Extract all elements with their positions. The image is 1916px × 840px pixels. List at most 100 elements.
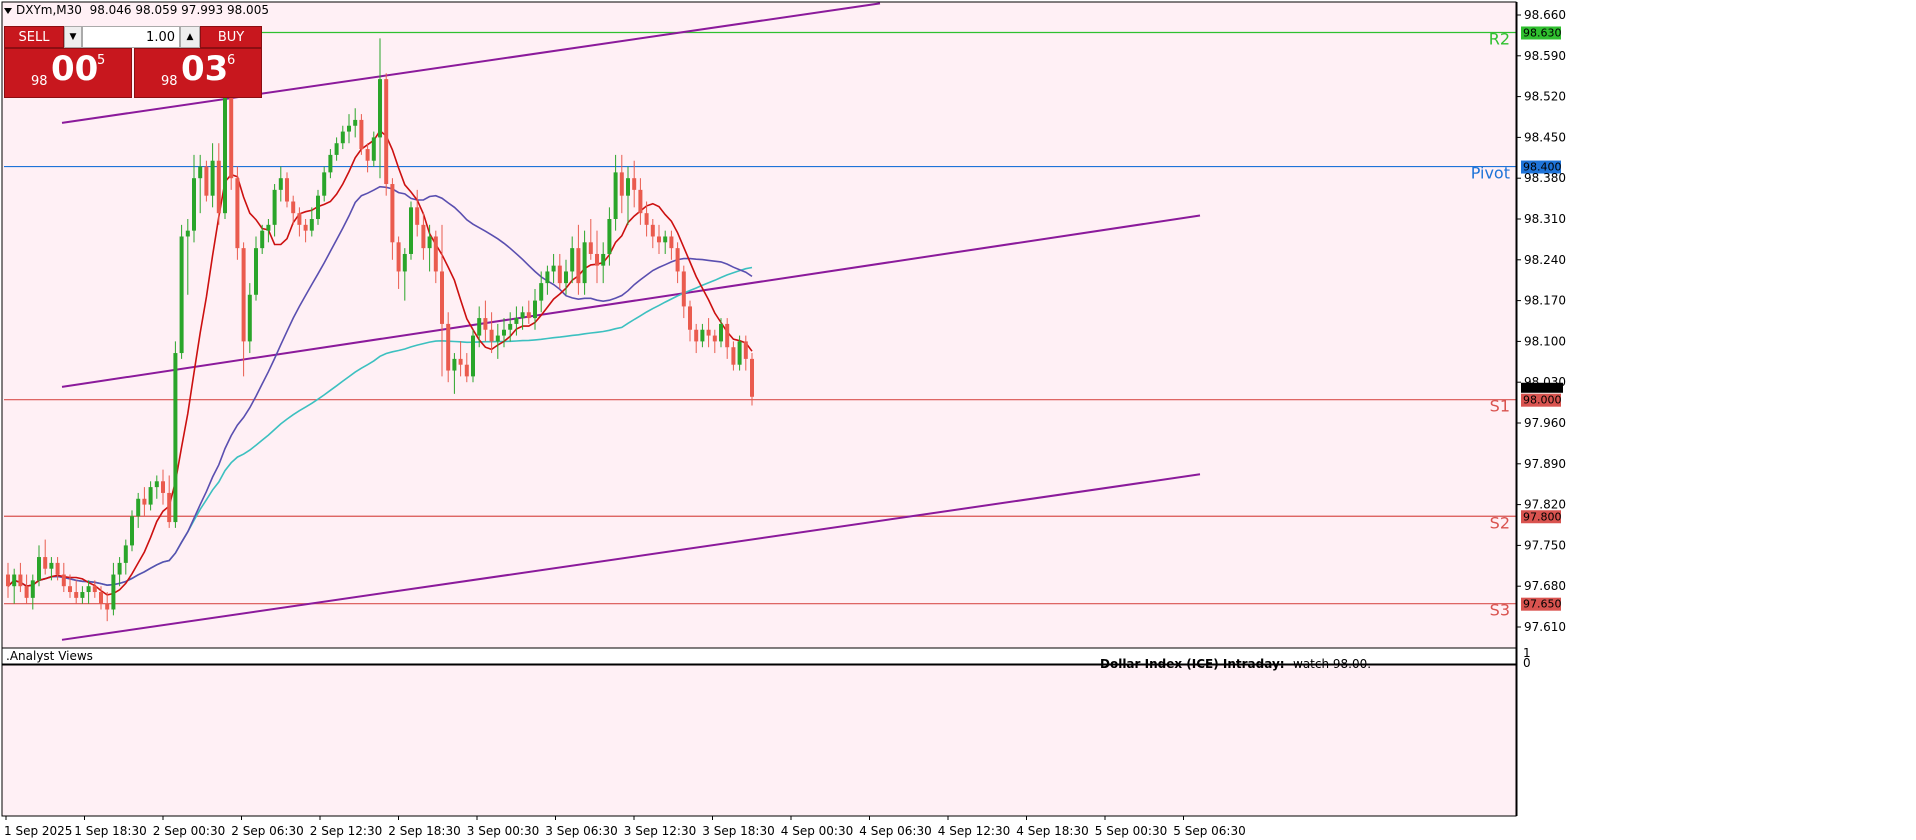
- symbol-header: DXYm,M30 98.046 98.059 97.993 98.005: [4, 3, 269, 17]
- candle-body: [371, 137, 376, 161]
- candle-body: [210, 160, 215, 196]
- candle-body: [260, 230, 265, 249]
- candle-body: [737, 341, 742, 365]
- buy-price-big: 03: [181, 49, 229, 89]
- candle-body: [427, 236, 432, 249]
- candle-body: [619, 172, 624, 196]
- lot-size-input[interactable]: [82, 26, 180, 48]
- candle-body: [334, 143, 339, 155]
- candle: [359, 114, 364, 155]
- time-axis-label: 1 Sep 2025: [4, 824, 72, 838]
- buy-price-box[interactable]: 98 03 6: [134, 48, 262, 98]
- sell-button[interactable]: SELL: [4, 26, 64, 48]
- candle-body: [409, 207, 413, 254]
- candle-body: [415, 207, 420, 225]
- ohlc-values: 98.046 98.059 97.993 98.005: [89, 3, 269, 17]
- candle-body: [638, 189, 643, 214]
- candle-body: [706, 329, 711, 336]
- level-price-value-s1: 98.000: [1523, 394, 1562, 407]
- candle-body: [446, 323, 451, 371]
- candle-body: [18, 574, 23, 587]
- price-axis-label: 98.660: [1524, 8, 1566, 22]
- sell-price-box[interactable]: 98 00 5: [4, 48, 132, 98]
- time-axis-label: 2 Sep 00:30: [153, 824, 225, 838]
- price-axis-label: 98.380: [1524, 171, 1566, 185]
- chart-area[interactable]: R2 98.630 Pivot 98.400 S1 98.000 S2 97.800 S3 97.…: [0, 0, 1566, 838]
- candle-body: [576, 248, 581, 284]
- candle-body: [483, 318, 488, 330]
- time-axis-label: 3 Sep 00:30: [467, 824, 539, 838]
- candle-body: [216, 160, 221, 214]
- price-axis-label: 97.960: [1524, 416, 1566, 430]
- candle-body: [539, 283, 544, 301]
- lot-increase-button[interactable]: ▲: [180, 26, 200, 48]
- price-chart[interactable]: R2 98.630Pivot 98.400S1 98.000S2 97.800S3 97.…: [0, 0, 1916, 840]
- candle-body: [68, 586, 72, 593]
- level-label-s1: S1: [1490, 397, 1510, 416]
- candle-body: [204, 166, 209, 196]
- current-price-tag: [1521, 382, 1563, 393]
- time-axis-label: 2 Sep 18:30: [388, 824, 460, 838]
- chevron-down-icon: ▼: [69, 32, 77, 42]
- candle-body: [626, 178, 630, 196]
- candle-body: [142, 498, 147, 505]
- candle-body: [582, 242, 587, 284]
- candle-body: [49, 562, 54, 569]
- candle-body: [55, 562, 60, 575]
- time-axis-label: 3 Sep 12:30: [624, 824, 696, 838]
- chart-background: [1, 1, 1517, 817]
- candle-body: [99, 592, 103, 604]
- candle-body: [80, 592, 85, 598]
- candle-body: [681, 271, 686, 307]
- candle-body: [743, 341, 748, 359]
- price-axis-label: 98.590: [1524, 49, 1566, 63]
- candle-body: [464, 364, 469, 377]
- level-price-value-s3: 97.650: [1523, 598, 1562, 611]
- candle-body: [725, 323, 730, 348]
- candle-body: [328, 154, 333, 173]
- candle-body: [12, 574, 17, 587]
- candle-body: [421, 224, 426, 249]
- candle-body: [130, 516, 134, 546]
- price-axis-label: 97.890: [1524, 457, 1566, 471]
- candle-body: [111, 574, 116, 610]
- candle-body: [37, 557, 41, 581]
- level-label-pivot: Pivot: [1471, 164, 1510, 183]
- candle-body: [123, 545, 128, 563]
- candle-body: [192, 178, 196, 231]
- candle-body: [719, 323, 723, 342]
- time-axis-label: 4 Sep 12:30: [938, 824, 1010, 838]
- lot-decrease-button[interactable]: ▼: [64, 26, 82, 48]
- chevron-down-icon[interactable]: [4, 7, 12, 14]
- candle-body: [161, 481, 165, 493]
- candle-body: [588, 242, 593, 254]
- candle-body: [30, 580, 35, 598]
- level-label-s2: S2: [1490, 513, 1510, 532]
- candle-body: [402, 253, 407, 272]
- candle-body: [365, 149, 370, 161]
- indicator-panel: [1, 647, 1517, 665]
- sell-price-big: 00: [51, 49, 99, 89]
- time-axis-label: 4 Sep 18:30: [1016, 824, 1088, 838]
- candle-body: [520, 312, 525, 319]
- indicator-scale-bottom: 0: [1523, 656, 1531, 670]
- buy-button[interactable]: BUY: [200, 26, 262, 48]
- candle-body: [564, 271, 568, 284]
- candle-body: [340, 131, 345, 144]
- candle-body: [471, 335, 475, 377]
- candle-body: [477, 318, 482, 336]
- price-axis-label: 97.820: [1524, 498, 1566, 512]
- time-axis-label: 4 Sep 06:30: [859, 824, 931, 838]
- candle-body: [179, 236, 184, 354]
- candle-body: [533, 300, 537, 319]
- candle-body: [86, 586, 91, 593]
- candle-body: [266, 224, 271, 231]
- candle-body: [613, 172, 618, 219]
- candle-body: [309, 219, 314, 231]
- sell-price-prefix: 98: [31, 74, 48, 89]
- candle-body: [285, 178, 289, 202]
- candle-body: [61, 574, 66, 587]
- candle-body: [241, 248, 246, 342]
- candle-body: [272, 189, 277, 225]
- buy-price-prefix: 98: [161, 74, 178, 89]
